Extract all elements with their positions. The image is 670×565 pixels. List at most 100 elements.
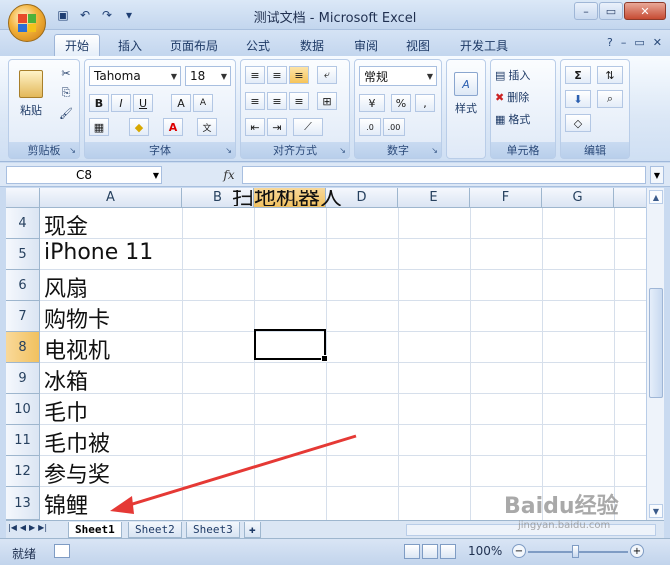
align-bottom-icon[interactable]: ≡ <box>289 66 309 84</box>
zoom-slider-thumb[interactable] <box>572 545 579 558</box>
sheet-tab-sheet1[interactable]: Sheet1 <box>68 522 122 538</box>
expand-formula-bar-icon[interactable]: ▼ <box>650 166 664 184</box>
sort-filter-icon[interactable]: ⇅ <box>597 66 623 84</box>
increase-font-icon[interactable]: A <box>171 94 191 112</box>
maximize-button[interactable]: ▭ <box>599 2 623 20</box>
cell-a8[interactable]: 电视机 <box>44 333 110 365</box>
tab-insert[interactable]: 插入 <box>108 34 152 56</box>
scroll-down-icon[interactable]: ▼ <box>649 504 663 518</box>
page-break-view-icon[interactable] <box>440 544 456 559</box>
tab-formulas[interactable]: 公式 <box>236 34 280 56</box>
delete-cells-button[interactable]: ✖ 删除 <box>495 88 553 106</box>
row-header[interactable]: 6 <box>6 270 40 301</box>
format-painter-icon[interactable]: 🖌 <box>57 104 75 122</box>
worksheet-grid[interactable]: A B C D E F G 4 现金 5 iPhone 11 6 风扇 7 购物… <box>6 188 646 520</box>
font-size-select[interactable]: 18 ▼ <box>185 66 231 86</box>
zoom-level[interactable]: 100% <box>468 544 502 558</box>
bold-button[interactable]: B <box>89 94 109 112</box>
prev-sheet-icon[interactable]: ◀ <box>20 523 26 532</box>
orientation-icon[interactable]: ⟋ <box>293 118 323 136</box>
column-header-g[interactable]: G <box>542 188 614 208</box>
align-center-icon[interactable]: ≡ <box>267 92 287 110</box>
row-header[interactable]: 12 <box>6 456 40 487</box>
format-cells-button[interactable]: ▦ 格式 <box>495 110 553 128</box>
minimize-button[interactable]: – <box>574 2 598 20</box>
cell-a10[interactable]: 毛巾 <box>44 395 88 427</box>
dialog-launcher-icon[interactable]: ↘ <box>431 146 438 155</box>
scroll-thumb[interactable] <box>649 288 663 398</box>
tab-view[interactable]: 视图 <box>396 34 440 56</box>
dialog-launcher-icon[interactable]: ↘ <box>339 146 346 155</box>
column-header-f[interactable]: F <box>470 188 542 208</box>
comma-button[interactable]: , <box>415 94 435 112</box>
help-icon[interactable]: ? <box>607 36 613 49</box>
cell-a9[interactable]: 冰箱 <box>44 364 88 396</box>
cell-a6[interactable]: 风扇 <box>44 271 88 303</box>
name-box[interactable]: C8 ▼ <box>6 166 162 184</box>
tab-review[interactable]: 审阅 <box>344 34 388 56</box>
font-color-icon[interactable]: A <box>163 118 183 136</box>
dialog-launcher-icon[interactable]: ↘ <box>225 146 232 155</box>
underline-button[interactable]: U <box>133 94 153 112</box>
fill-color-icon[interactable]: ◆ <box>129 118 149 136</box>
cell-a7[interactable]: 购物卡 <box>44 302 110 334</box>
sheet-tab-sheet3[interactable]: Sheet3 <box>186 522 240 538</box>
row-header[interactable]: 13 <box>6 487 40 520</box>
font-name-select[interactable]: Tahoma ▼ <box>89 66 181 86</box>
row-header[interactable]: 10 <box>6 394 40 425</box>
percent-button[interactable]: % <box>391 94 411 112</box>
decrease-indent-icon[interactable]: ⇤ <box>245 118 265 136</box>
dialog-launcher-icon[interactable]: ↘ <box>69 146 76 155</box>
tab-data[interactable]: 数据 <box>290 34 334 56</box>
autosum-button[interactable]: Σ <box>565 66 591 84</box>
row-header[interactable]: 11 <box>6 425 40 456</box>
tab-page-layout[interactable]: 页面布局 <box>160 34 228 56</box>
increase-decimal-icon[interactable]: .0 <box>359 118 381 136</box>
cut-icon[interactable]: ✂ <box>57 64 75 82</box>
active-cell-c8[interactable] <box>254 329 328 362</box>
row-header[interactable]: 9 <box>6 363 40 394</box>
macro-record-icon[interactable] <box>54 544 70 558</box>
decrease-decimal-icon[interactable]: .00 <box>383 118 405 136</box>
vertical-scrollbar[interactable]: ▲ ▼ <box>646 188 664 520</box>
merge-center-icon[interactable]: ⊞ <box>317 92 337 110</box>
column-header-a[interactable]: A <box>40 188 182 208</box>
scroll-up-icon[interactable]: ▲ <box>649 190 663 204</box>
row-header[interactable]: 8 <box>6 332 40 363</box>
minimize-workbook-icon[interactable]: – <box>621 36 627 49</box>
cell-a11[interactable]: 毛巾被 <box>44 426 110 458</box>
align-middle-icon[interactable]: ≡ <box>267 66 287 84</box>
cell-a13[interactable]: 锦鲤 <box>44 488 88 520</box>
cell-a4[interactable]: 现金 <box>44 209 88 241</box>
borders-icon[interactable]: ▦ <box>89 118 109 136</box>
align-top-icon[interactable]: ≡ <box>245 66 265 84</box>
insert-cells-button[interactable]: ▤ 插入 <box>495 66 553 84</box>
copy-icon[interactable]: ⎘ <box>57 84 75 102</box>
column-header-h[interactable] <box>614 188 646 208</box>
find-select-icon[interactable]: ⌕ <box>597 90 623 108</box>
align-left-icon[interactable]: ≡ <box>245 92 265 110</box>
last-sheet-icon[interactable]: ▶| <box>38 523 47 532</box>
next-sheet-icon[interactable]: ▶ <box>29 523 35 532</box>
cell-a12[interactable]: 参与奖 <box>44 457 110 489</box>
sheet-tab-sheet2[interactable]: Sheet2 <box>128 522 182 538</box>
tab-developer[interactable]: 开发工具 <box>450 34 518 56</box>
currency-icon[interactable]: ¥ <box>359 94 385 112</box>
zoom-in-icon[interactable]: + <box>630 544 644 558</box>
zoom-out-icon[interactable]: − <box>512 544 526 558</box>
wrap-text-icon[interactable]: ⤶ <box>317 66 337 84</box>
number-format-select[interactable]: 常规 ▼ <box>359 66 437 86</box>
close-workbook-icon[interactable]: ✕ <box>653 36 662 49</box>
cell-a5[interactable]: iPhone 11 <box>44 240 153 265</box>
row-header[interactable]: 5 <box>6 239 40 270</box>
formula-input[interactable] <box>242 166 646 184</box>
increase-indent-icon[interactable]: ⇥ <box>267 118 287 136</box>
select-all-corner[interactable] <box>6 188 40 208</box>
row-header[interactable]: 7 <box>6 301 40 332</box>
insert-function-button[interactable]: fx <box>220 166 238 184</box>
align-right-icon[interactable]: ≡ <box>289 92 309 110</box>
office-button[interactable] <box>8 4 46 42</box>
paste-button[interactable]: 粘贴 <box>13 64 49 124</box>
page-layout-view-icon[interactable] <box>422 544 438 559</box>
row-header[interactable]: 4 <box>6 208 40 239</box>
